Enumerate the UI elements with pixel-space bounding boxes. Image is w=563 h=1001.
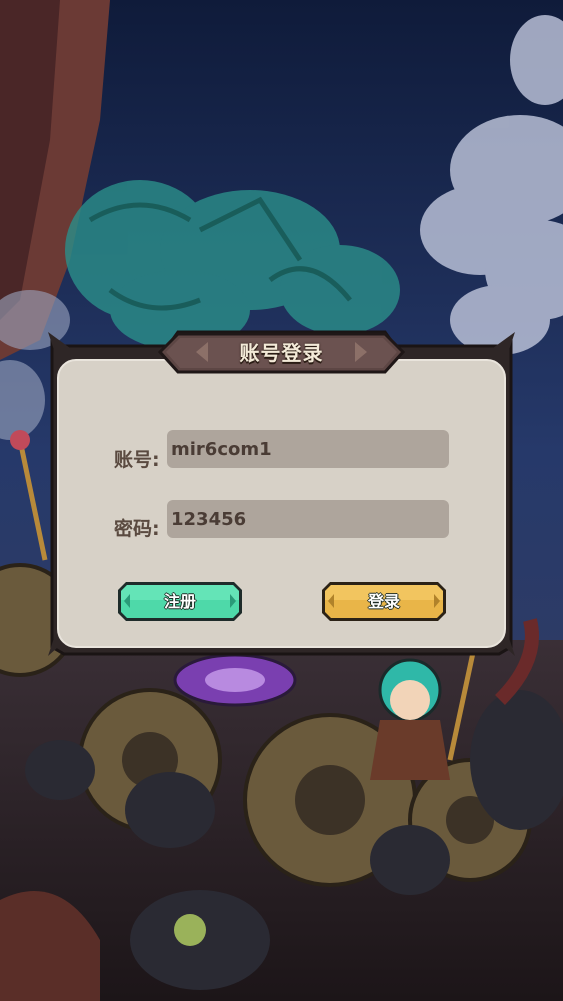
password-input[interactable] — [167, 500, 449, 538]
login-button[interactable]: 登录 — [320, 580, 448, 623]
account-label: 账号: — [114, 449, 160, 471]
dialog-title: 账号登录 — [239, 341, 324, 365]
login-button-label: 登录 — [367, 592, 400, 611]
account-input[interactable] — [167, 430, 449, 468]
register-button-label: 注册 — [163, 592, 196, 611]
password-label: 密码: — [114, 518, 160, 540]
register-button[interactable]: 注册 — [116, 580, 244, 623]
